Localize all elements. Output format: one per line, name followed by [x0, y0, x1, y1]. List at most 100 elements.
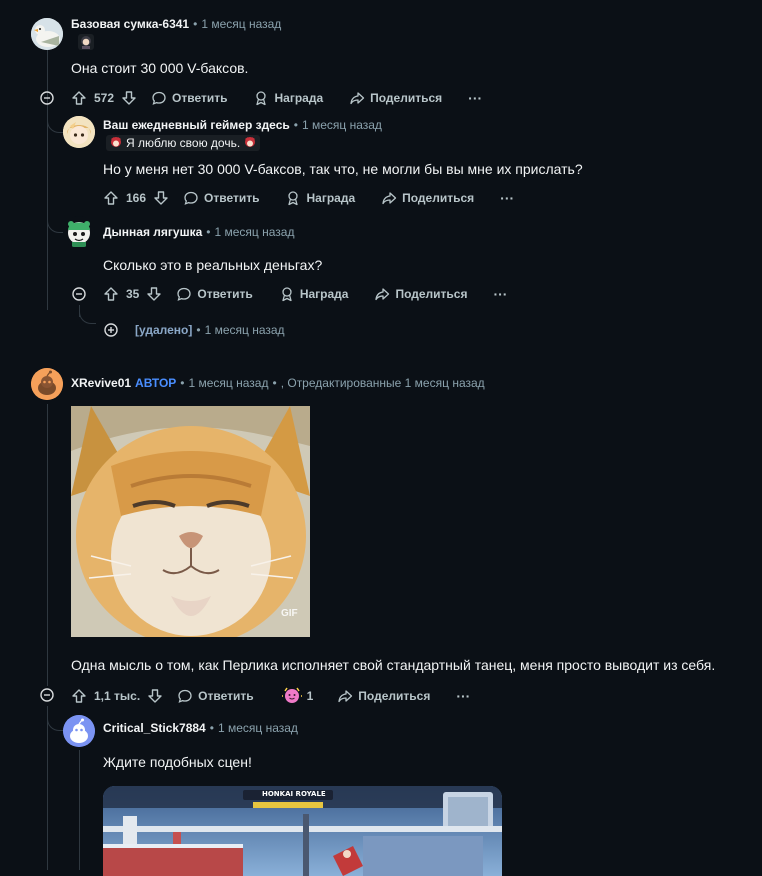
gif-label: GIF — [281, 608, 298, 619]
award-button[interactable]: Награда — [279, 286, 348, 302]
share-label: Поделиться — [358, 689, 431, 703]
award-button[interactable]: 1 — [281, 687, 313, 705]
reply-label: Ответить — [197, 287, 253, 301]
avatar[interactable] — [63, 116, 95, 148]
comment-meta: Critical_Stick7884 • 1 месяц назад — [103, 721, 298, 735]
timestamp[interactable]: 1 месяц назад — [214, 225, 294, 239]
upvote-icon[interactable] — [103, 190, 119, 206]
username[interactable]: Ваш ежедневный геймер здесь — [103, 118, 290, 132]
comment-text: Она стоит 30 000 V-баксов. — [71, 60, 249, 76]
thread-elbow — [47, 110, 64, 133]
vote-count: 1,1 тыс. — [94, 689, 141, 703]
avatar[interactable] — [31, 18, 63, 50]
comment-bubble-icon — [178, 689, 192, 703]
share-label: Поделиться — [402, 191, 475, 205]
reply-button[interactable]: Ответить — [176, 286, 253, 302]
upvote-icon[interactable] — [71, 688, 87, 704]
comment-actions: 572 Ответить Награда Поделиться ··· — [71, 90, 482, 106]
downvote-icon[interactable] — [146, 286, 162, 302]
reply-label: Ответить — [204, 191, 260, 205]
username[interactable]: Дынная лягушка — [103, 225, 202, 239]
share-icon — [338, 690, 353, 703]
goose-avatar-icon — [31, 18, 63, 50]
comment-actions: 166 Ответить Награда Поделиться ··· — [103, 190, 514, 206]
vote-count: 572 — [94, 91, 115, 105]
vote-group: 1,1 тыс. — [71, 688, 163, 704]
comment-meta: Ваш ежедневный геймер здесь • 1 месяц на… — [103, 118, 382, 132]
share-button[interactable]: Поделиться — [349, 90, 442, 106]
flair-character-icon — [245, 137, 256, 147]
avatar[interactable] — [63, 216, 95, 248]
reply-button[interactable]: Ответить — [183, 190, 259, 206]
edited-label: , Отредактированные 1 месяц назад — [280, 376, 485, 390]
timestamp[interactable]: 1 месяц назад — [201, 17, 281, 31]
username[interactable]: Базовая сумка-6341 — [71, 17, 189, 31]
timestamp[interactable]: 1 месяц назад — [218, 721, 298, 735]
cat-gif[interactable]: GIF — [71, 406, 310, 637]
comment-text: Сколько это в реальных деньгах? — [103, 257, 323, 273]
more-options-button[interactable]: ··· — [500, 190, 514, 206]
award-icon — [256, 91, 267, 106]
share-button[interactable]: Поделиться — [374, 286, 467, 302]
share-button[interactable]: Поделиться — [337, 688, 430, 704]
more-options-button[interactable]: ··· — [493, 286, 507, 302]
collapse-thread-icon[interactable] — [72, 287, 86, 301]
upvote-icon[interactable] — [71, 90, 87, 106]
award-icon — [288, 191, 299, 206]
award-button[interactable]: Награда — [253, 90, 323, 106]
more-options-button[interactable]: ··· — [456, 688, 470, 704]
share-label: Поделиться — [370, 91, 443, 105]
timestamp[interactable]: 1 месяц назад — [205, 323, 285, 337]
award-button[interactable]: Награда — [285, 190, 355, 206]
deleted-username: [удалено] — [135, 323, 193, 337]
username[interactable]: Critical_Stick7884 — [103, 721, 206, 735]
collapse-thread-icon[interactable] — [40, 688, 54, 702]
game-scene-image — [103, 786, 502, 876]
comment-text: Но у меня нет 30 000 V-баксов, так что, … — [103, 161, 583, 177]
snoo-avatar-icon — [31, 368, 63, 400]
more-options-button[interactable]: ··· — [468, 90, 482, 106]
game-screenshot[interactable]: HONKAI ROYALE — [103, 786, 502, 876]
flair-emoji-icon — [78, 34, 94, 50]
upvote-icon[interactable] — [103, 286, 119, 302]
timestamp[interactable]: 1 месяц назад — [302, 118, 382, 132]
comment-text: Ждите подобных сцен! — [103, 754, 252, 770]
comment-actions: 1,1 тыс. Ответить 1 Поделиться ··· — [71, 687, 470, 705]
username[interactable]: XRevive01 — [71, 376, 131, 390]
avatar[interactable] — [63, 715, 95, 747]
deleted-comment-meta[interactable]: [удалено] • 1 месяц назад — [135, 323, 285, 337]
anime-avatar-icon — [63, 116, 95, 148]
share-label: Поделиться — [395, 287, 468, 301]
game-banner: HONKAI ROYALE — [262, 790, 326, 798]
share-icon — [375, 288, 390, 301]
vote-count: 166 — [126, 191, 147, 205]
share-button[interactable]: Поделиться — [381, 190, 474, 206]
comment-bubble-icon — [152, 91, 166, 105]
downvote-icon[interactable] — [147, 688, 163, 704]
downvote-icon[interactable] — [121, 90, 137, 106]
vote-group: 166 — [103, 190, 169, 206]
vote-group: 572 — [71, 90, 137, 106]
comment-text: Одна мысль о том, как Перлика исполняет … — [71, 657, 716, 673]
op-badge: АВТОР — [135, 376, 177, 390]
reply-label: Ответить — [172, 91, 228, 105]
downvote-icon[interactable] — [153, 190, 169, 206]
thread-line — [47, 706, 48, 870]
reply-button[interactable]: Ответить — [177, 688, 254, 704]
timestamp[interactable]: 1 месяц назад — [189, 376, 269, 390]
flair-text: Я люблю свою дочь. — [126, 136, 241, 150]
collapse-thread-icon[interactable] — [40, 91, 54, 105]
reply-button[interactable]: Ответить — [151, 90, 227, 106]
reply-label: Ответить — [198, 689, 254, 703]
comment-meta: Базовая сумка-6341 • 1 месяц назад — [71, 17, 282, 31]
expand-thread-icon[interactable] — [104, 323, 118, 337]
comment-actions: 35 Ответить Награда Поделиться ··· — [103, 286, 507, 302]
share-icon — [382, 192, 397, 205]
award-label: Награда — [274, 91, 324, 105]
comment-bubble-icon — [184, 191, 198, 205]
comment-bubble-icon — [177, 287, 192, 301]
award-label: Награда — [306, 191, 356, 205]
avatar[interactable] — [31, 368, 63, 400]
comment-meta: Дынная лягушка • 1 месяц назад — [103, 225, 295, 239]
comment-meta: XRevive01 АВТОР • 1 месяц назад • , Отре… — [71, 376, 485, 390]
